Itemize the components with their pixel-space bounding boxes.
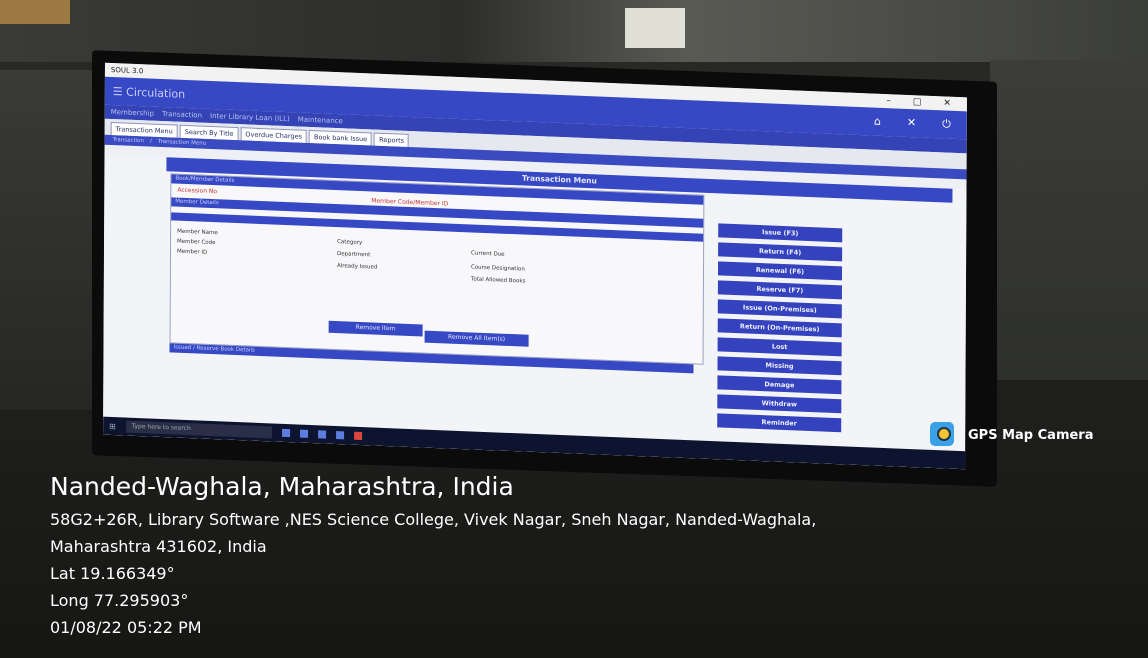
course-designation-label: Course Designation [470,264,525,273]
window-controls[interactable]: – □ ✕ [886,96,967,109]
reminder-button[interactable]: Reminder [717,413,842,433]
damage-button[interactable]: Damage [717,375,842,395]
issue-on-premises-button[interactable]: Issue (On-Premises) [717,299,842,319]
tab-search-by-title[interactable]: Search By Title [179,124,239,141]
member-name-label: Member Name [177,228,218,237]
photo: SOUL 3.0 – □ ✕ ☰ Circulation ⌂ ✕ ⏻ Membershi… [0,0,1148,658]
category-label: Category [337,239,363,247]
datetime: 01/08/22 05:22 PM [50,618,202,637]
missing-button[interactable]: Missing [717,356,842,376]
book-member-panel: Book/Member Details Accession No Member … [169,173,705,365]
hamburger-icon[interactable]: ☰ [113,85,126,99]
taskbar-app-icon[interactable] [299,429,308,438]
taskbar-app-icon[interactable] [317,430,326,439]
longitude: Long 77.295903° [50,591,189,610]
action-buttons: Issue (F3) Return (F4) Renewal (F6) Rese… [717,223,843,437]
app-title: Circulation [126,85,186,101]
close-app-icon[interactable]: ✕ [907,116,916,130]
power-icon[interactable]: ⏻ [942,117,951,131]
reserve-button[interactable]: Reserve (F7) [717,280,842,300]
gps-camera-logo [930,422,954,446]
lost-button[interactable]: Lost [717,337,842,357]
location-title: Nanded-Waghala, Maharashtra, India [50,472,514,501]
tab-overdue-charges[interactable]: Overdue Charges [240,127,308,143]
tab-reports[interactable]: Reports [374,132,410,147]
window-title: SOUL 3.0 [110,65,144,76]
remove-item-button[interactable]: Remove Item [328,320,423,337]
right-background [990,60,1148,380]
remove-all-button[interactable]: Remove All Item(s) [424,330,529,347]
menu-membership[interactable]: Membership [111,108,154,118]
minimize-icon[interactable]: – [886,96,891,106]
department-label: Department [337,251,371,259]
return-button[interactable]: Return (F4) [718,242,843,262]
member-id-label: Member ID [176,248,208,256]
return-on-premises-button[interactable]: Return (On-Premises) [717,318,842,338]
menu-maintenance[interactable]: Maintenance [298,115,343,125]
monitor-screen: SOUL 3.0 – □ ✕ ☰ Circulation ⌂ ✕ ⏻ Membershi… [103,62,967,470]
withdraw-button[interactable]: Withdraw [717,394,842,414]
window-light [625,8,685,48]
accession-label[interactable]: Accession No [177,187,217,196]
latitude: Lat 19.166349° [50,564,175,583]
ceiling-light [0,0,70,24]
breadcrumb-separator: / [150,138,152,145]
breadcrumb-item[interactable]: Transaction [113,137,144,144]
taskbar-app-icon[interactable] [281,428,290,438]
tab-book-bank-issue[interactable]: Book bank Issue [308,129,373,146]
windows-start-icon[interactable]: ⊞ [109,421,116,430]
already-issued-label: Already Issued [336,263,378,271]
renewal-button[interactable]: Renewal (F6) [717,261,843,281]
current-due-label: Current Due [471,250,505,258]
total-allowed-label: Total Allowed Books [470,276,526,285]
issue-button[interactable]: Issue (F3) [718,223,843,243]
close-icon[interactable]: ✕ [943,98,951,108]
taskbar-search[interactable]: Type here to search [125,420,272,439]
address-line-2: Maharashtra 431602, India [50,537,267,556]
member-code-field-label: Member Code [177,238,216,247]
taskbar-app-icon[interactable] [335,431,344,440]
home-icon[interactable]: ⌂ [874,115,881,129]
menu-ill[interactable]: Inter Library Loan (ILL) [210,112,290,123]
breadcrumb-item: Transaction Menu [157,138,207,147]
menu-transaction[interactable]: Transaction [162,110,202,120]
maximize-icon[interactable]: □ [913,97,922,107]
tab-transaction-menu[interactable]: Transaction Menu [110,121,178,138]
address-line-1: 58G2+26R, Library Software ,NES Science … [50,510,817,529]
gps-brand: GPS Map Camera [968,428,1094,443]
taskbar-app-icon[interactable] [353,431,362,441]
